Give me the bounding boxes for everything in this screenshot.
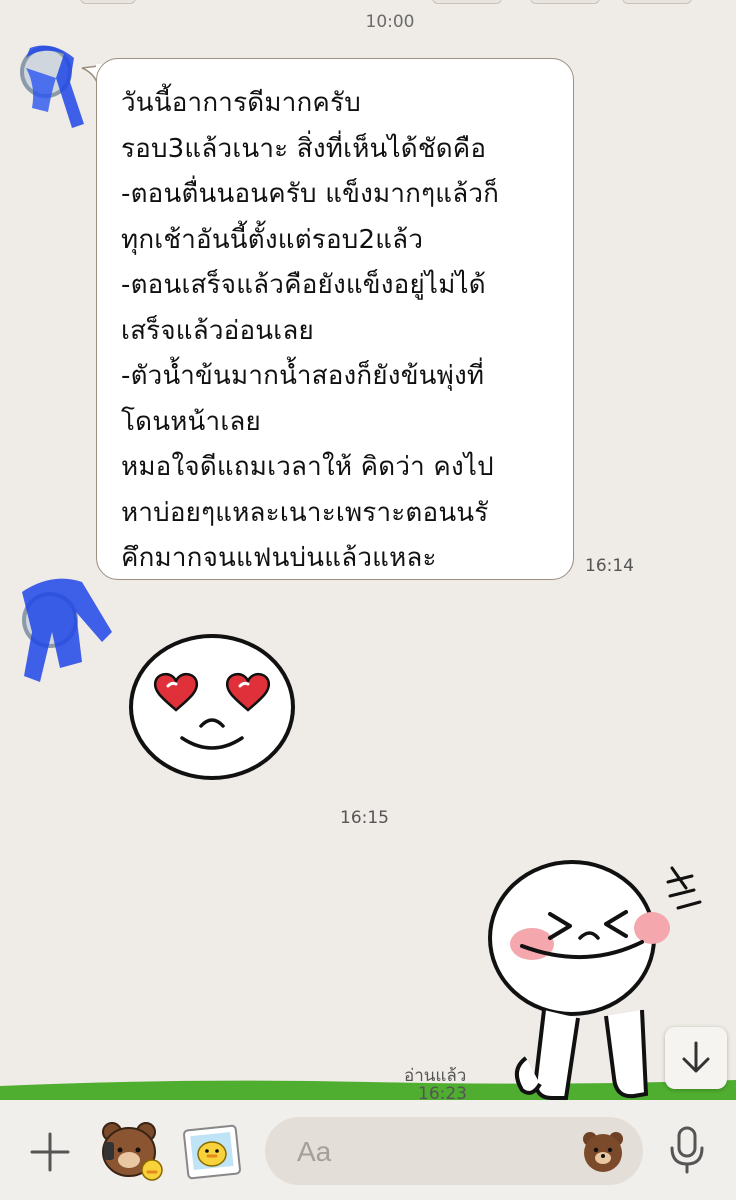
sticker-time: 16:15 [340,808,389,828]
message-line: คึกมากจนแฟนบ่นแล้วแหละ [121,543,437,573]
message-line: -ตอนเสร็จแล้วคือยังแข็งอยู่ไม่ได้ [121,270,486,300]
message-line: วันนี้อาการดีมากครับ [121,88,361,118]
message-line: หมอใจดีแถมเวลาให้ คิดว่า คงไป [121,452,494,482]
message-line: หาบ่อยๆแหละเนาะเพราะตอนนรั [121,497,489,528]
message-input[interactable] [295,1131,569,1173]
message-line: ทุกเช้าอันนี้ตั้งแต่รอบ2แล้ว [121,224,424,255]
top-toolbar-tab [622,0,692,4]
heart-eyes-face-sticker[interactable] [126,634,298,784]
message-field[interactable] [265,1117,643,1185]
message-line: -ตอนตื่นนอนครับ แข็งมากๆแล้วก็ [121,179,500,209]
message-line: เสร็จแล้วอ่อนเลย [121,315,314,346]
top-toolbar-tab [432,0,502,4]
microphone-icon[interactable] [664,1124,710,1176]
sally-photo-icon[interactable] [180,1122,244,1182]
brown-bear-sticker-icon[interactable] [96,1118,166,1184]
scroll-to-bottom-button[interactable] [665,1027,727,1089]
message-bubble[interactable]: วันนี้อาการดีมากครับ รอบ3แล้วเนาะ สิ่งที… [96,58,574,580]
message-line: รอบ3แล้วเนาะ สิ่งที่เห็นได้ชัดคือ [121,133,487,164]
brown-emoji-icon[interactable] [579,1127,627,1175]
message-line: -ตัวน้ำข้นมากน้ำสองก็ยังข้นพุ่งที่ [121,361,485,391]
top-toolbar-tab [80,0,136,4]
date-time-divider: 10:00 [365,12,415,32]
sender-avatar[interactable] [12,572,116,684]
plus-icon[interactable] [26,1128,74,1176]
message-line: โดนหน้าเลย [121,406,261,437]
arrow-down-icon [682,1041,710,1073]
message-time: 16:14 [585,556,634,576]
top-toolbar-tab [530,0,600,4]
